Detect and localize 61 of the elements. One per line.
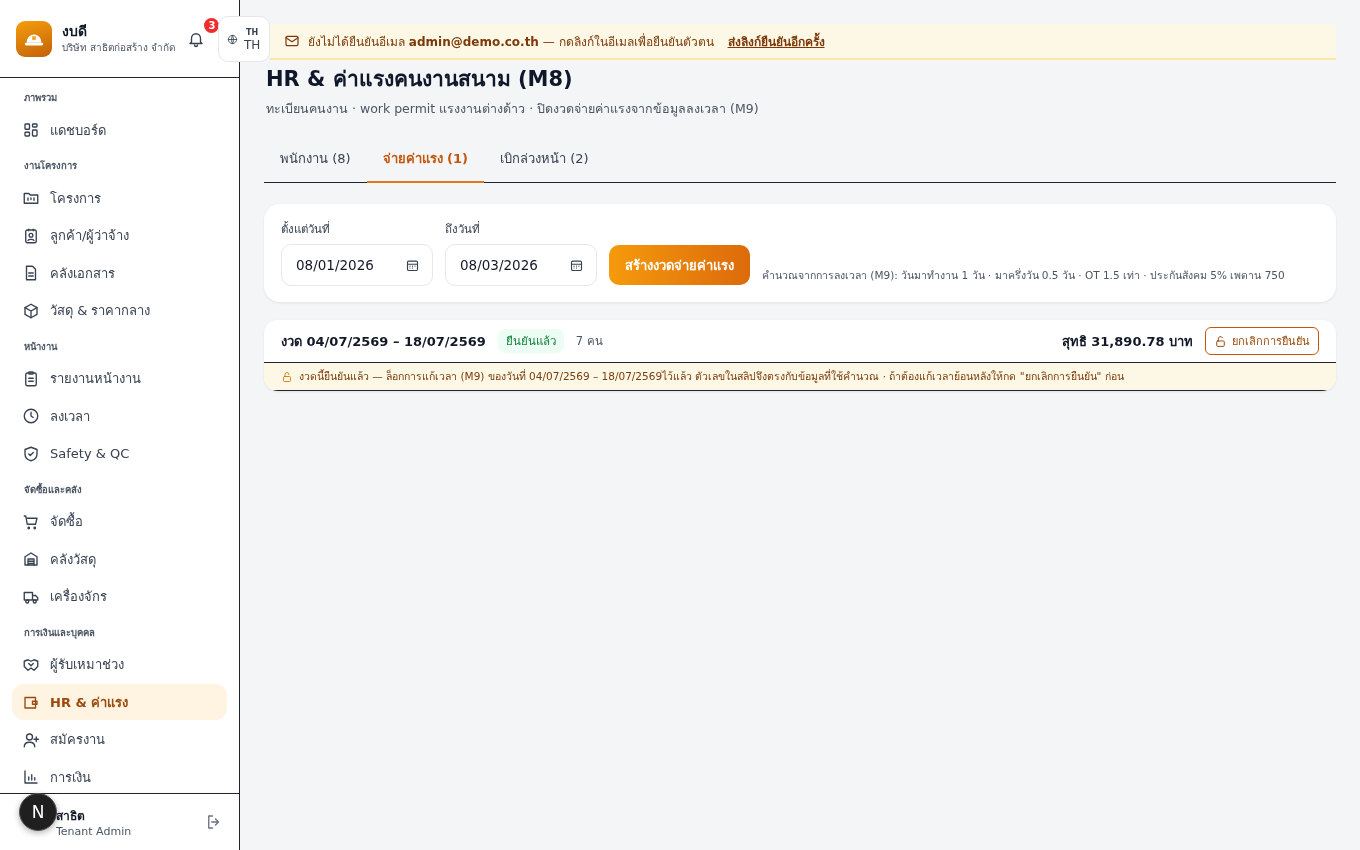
section-title: หน้างาน bbox=[23, 339, 59, 354]
calendar-icon bbox=[569, 257, 584, 273]
globe-icon bbox=[227, 33, 238, 45]
page-subtitle: ทะเบียนคนงาน · work permit แรงงานต่างด้าว · ปิดงวดจ่ายค่าแรงจากข้อมูลลงเวลา (M9) bbox=[266, 100, 760, 119]
app-logo bbox=[16, 20, 52, 57]
sidebar-item[interactable]: วัสดุ & ราคากลาง bbox=[12, 292, 227, 329]
user-plus-icon bbox=[22, 730, 40, 749]
dashboard-icon bbox=[22, 121, 40, 139]
calculation-note: คำนวณจากการลงเวลา (M9): วันมาทำงาน 1 วัน · มาครึ่งวัน 0.5 วัน · OT 1.5 เท่า · ประกันสังคม 5% เพดาน 750 bbox=[762, 267, 1285, 283]
calendar-icon bbox=[405, 257, 420, 273]
net-total: สุทธิ 31,890.78 บาท bbox=[1061, 332, 1193, 352]
box-icon bbox=[22, 301, 40, 320]
sidebar-item[interactable]: HR & ค่าแรง bbox=[12, 684, 227, 720]
sidebar-item[interactable]: คลังวัสดุ bbox=[12, 541, 227, 577]
clock-icon bbox=[22, 407, 40, 425]
user-name: สาธิต bbox=[56, 808, 85, 825]
page-title: HR & ค่าแรงคนงานสนาม (M8) bbox=[266, 66, 574, 93]
sidebar-item[interactable]: โครงการ bbox=[12, 180, 227, 216]
bar-chart-icon bbox=[22, 768, 40, 786]
section-title: งานโครงการ bbox=[23, 159, 78, 173]
date-field[interactable]: 08/03/2026 bbox=[445, 244, 597, 286]
date-field[interactable]: 08/01/2026 bbox=[281, 244, 433, 286]
tab[interactable]: พนักงาน (8) bbox=[264, 137, 367, 183]
sidebar-item[interactable]: ผู้รับเหมาช่วง bbox=[12, 646, 227, 683]
section-title: ภาพรวม bbox=[23, 91, 58, 105]
notification-badge: 3 bbox=[204, 17, 220, 33]
sidebar-item[interactable]: ลงเวลา bbox=[12, 398, 227, 434]
mail-icon bbox=[284, 33, 300, 49]
brand-name: งบดี bbox=[62, 22, 87, 40]
warehouse-icon bbox=[22, 550, 40, 568]
company-name: บริษัท สาธิตก่อสร้าง จำกัด bbox=[62, 40, 176, 55]
sidebar-item[interactable]: Safety & QC bbox=[12, 435, 227, 472]
resend-link[interactable]: ส่งลิงก์ยืนยันอีกครั้ง bbox=[727, 31, 825, 51]
period-title: งวด 04/07/2569 – 18/07/2569 bbox=[281, 332, 486, 351]
field-label: ถึงวันที่ bbox=[445, 220, 481, 238]
sidebar-item[interactable]: เครื่องจักร bbox=[12, 578, 227, 615]
section-title: การเงินและบุคคล bbox=[23, 625, 96, 641]
language-switcher[interactable]: TH TH bbox=[218, 16, 270, 62]
sidebar-item[interactable]: การเงิน bbox=[12, 759, 227, 793]
clipboard-icon bbox=[22, 369, 40, 388]
sidebar-item[interactable]: ลูกค้า/ผู้ว่าจ้าง bbox=[12, 217, 227, 254]
sidebar-item[interactable]: แดชบอร์ด bbox=[12, 112, 227, 148]
tab[interactable]: จ่ายค่าแรง (1) bbox=[366, 137, 484, 183]
sidebar-item[interactable]: รายงานหน้างาน bbox=[12, 360, 227, 397]
section-title: จัดซื้อและคลัง bbox=[23, 481, 83, 497]
cancel-confirmation-button[interactable]: ยกเลิกการยืนยัน bbox=[1205, 327, 1319, 355]
field-label: ตั้งแต่วันที่ bbox=[281, 220, 331, 238]
unlock-icon bbox=[1214, 334, 1227, 348]
shield-icon bbox=[22, 444, 40, 463]
cart-icon bbox=[22, 512, 40, 531]
sidebar-item[interactable]: จัดซื้อ bbox=[12, 503, 227, 540]
lock-icon bbox=[281, 370, 293, 383]
notice-text: งวดนี้ยืนยันแล้ว — ล็อกการแก้เวลา (M9) ของวันที่ 04/07/2569 – 18/07/2569ไว้แล้ว ตัวเลขในสลิปจึงตรงกับข้อมูลที่ใช้คำนวณ · ถ้าต้องแก้เวลาย้อนหลังให้กด "ยกเลิกการยืนยัน" ก่อน bbox=[299, 368, 1124, 385]
sidebar-item[interactable]: สมัครงาน bbox=[12, 721, 227, 758]
banner-text: ยังไม่ได้ยืนยันอีเมล admin@demo.co.th — กดลิงก์ในอีเมลเพื่อยืนยันตัวตน bbox=[308, 32, 714, 51]
tab[interactable]: เบิกล่วงหน้า (2) bbox=[484, 137, 605, 183]
id-badge-icon bbox=[22, 226, 40, 245]
worker-count: 7 คน bbox=[575, 333, 603, 350]
sidebar-item[interactable]: คลังเอกสาร bbox=[12, 255, 227, 291]
user-role: Tenant Admin bbox=[56, 825, 132, 838]
status-tag: ยืนยันแล้ว bbox=[497, 329, 564, 353]
